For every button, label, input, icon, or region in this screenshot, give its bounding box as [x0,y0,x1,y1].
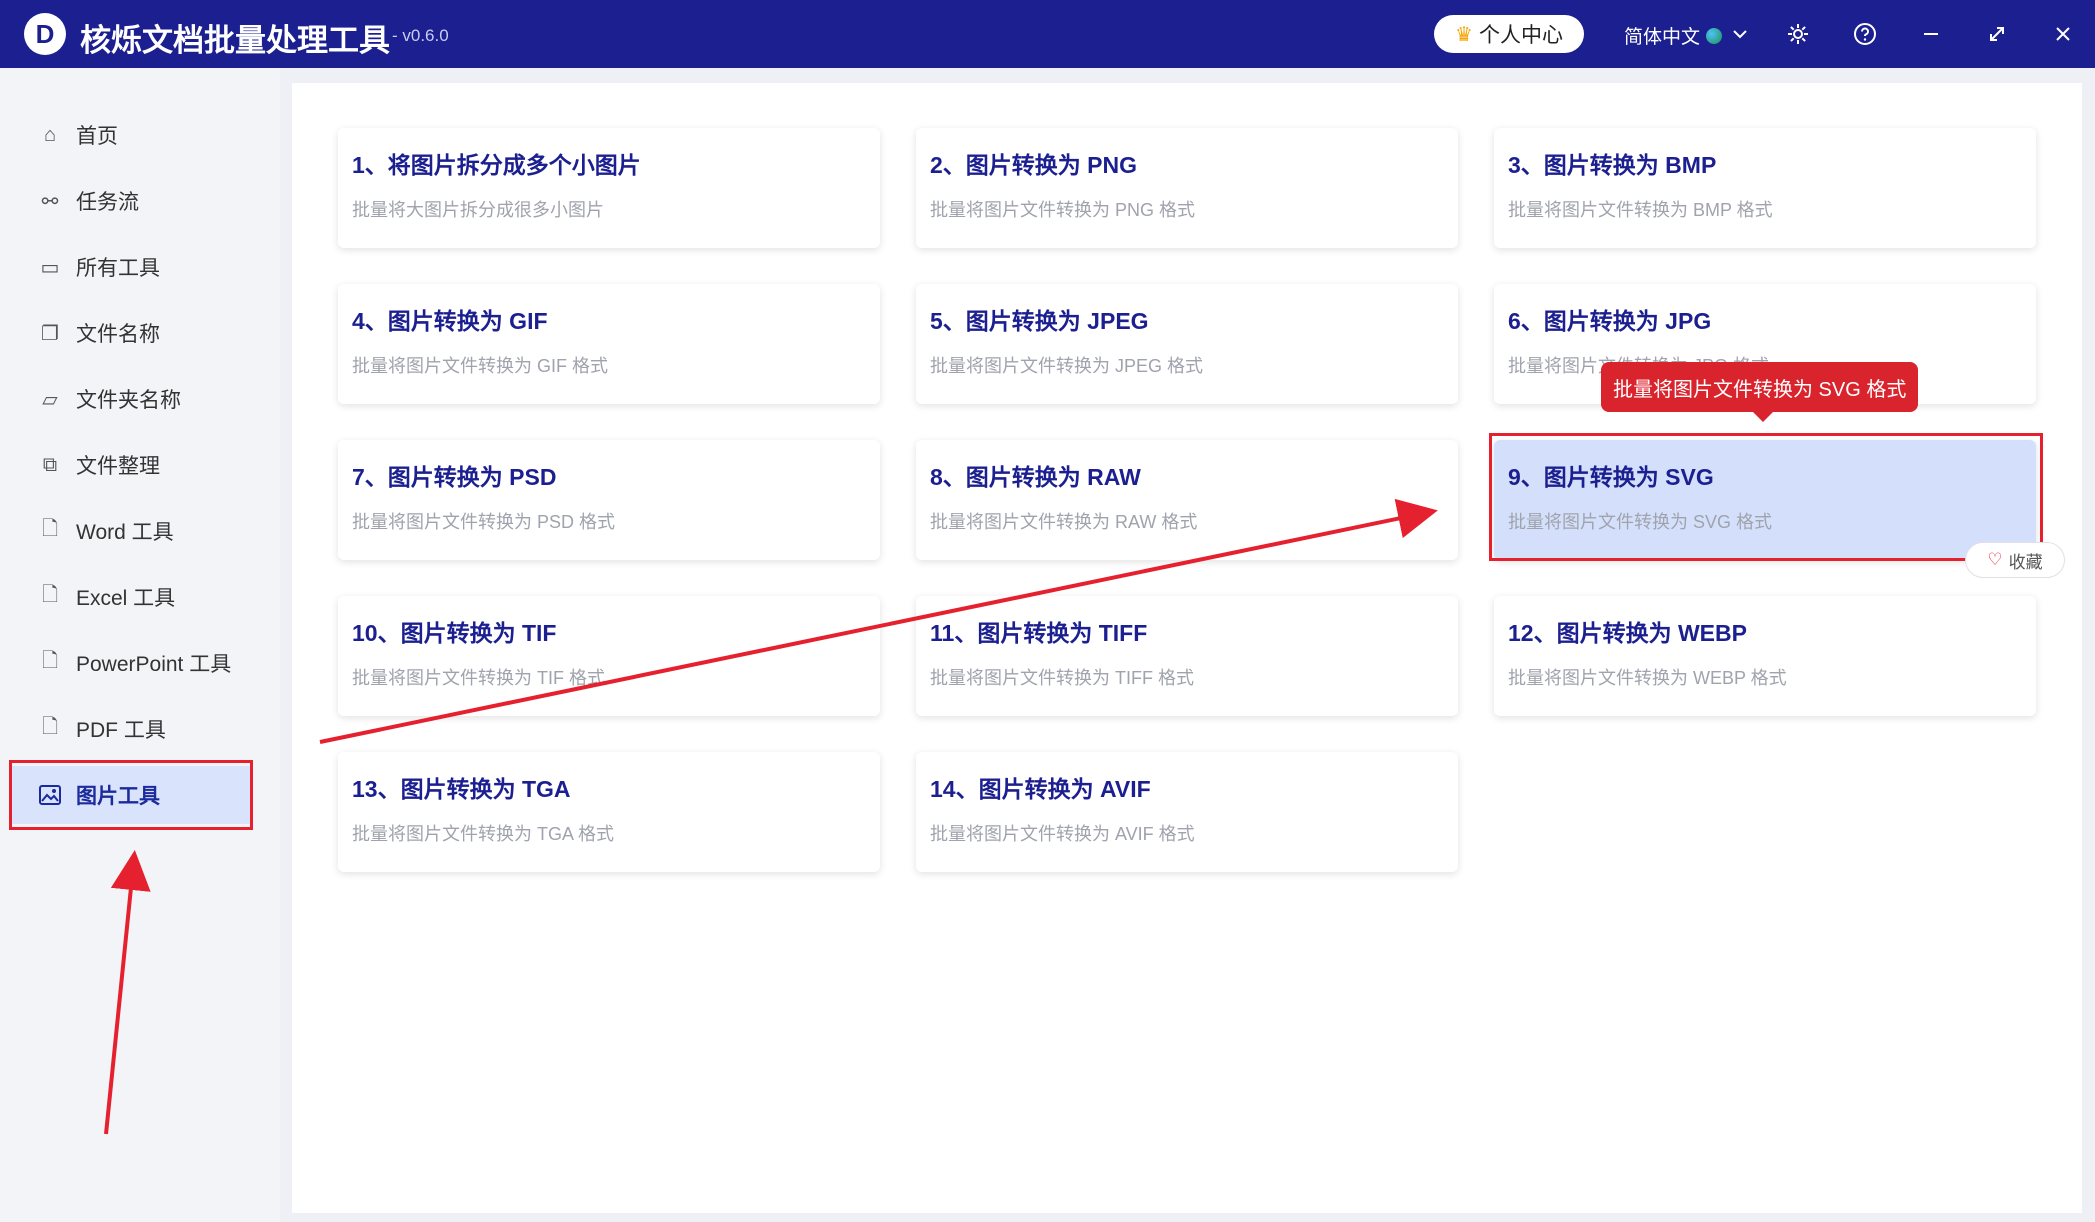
sidebar-item-label: 任务流 [76,191,139,214]
sidebar-item-powerpoint[interactable]: 🗋 PowerPoint 工具 [10,634,250,692]
minimize-icon[interactable] [1915,18,1947,50]
sidebar-item-label: Excel 工具 [76,587,176,610]
tool-card-title: 14、图片转换为 AVIF [930,776,1151,802]
organize-icon: ⧉ [42,453,58,476]
tool-card-raw[interactable]: 8、图片转换为 RAW 批量将图片文件转换为 RAW 格式 [916,440,1458,560]
folder-icon: ▱ [42,388,58,411]
app-version: - v0.6.0 [392,26,449,45]
sidebar-item-file-name[interactable]: ❐ 文件名称 [10,304,250,362]
tool-card-avif[interactable]: 14、图片转换为 AVIF 批量将图片文件转换为 AVIF 格式 [916,752,1458,872]
sidebar-item-label: Word 工具 [76,521,174,544]
sidebar-item-label: 文件名称 [76,323,160,346]
tool-card-tif[interactable]: 10、图片转换为 TIF 批量将图片文件转换为 TIF 格式 [338,596,880,716]
tool-card-tiff[interactable]: 11、图片转换为 TIFF 批量将图片文件转换为 TIFF 格式 [916,596,1458,716]
sidebar-item-all-tools[interactable]: ▭ 所有工具 [10,238,250,296]
sidebar-item-label: 文件整理 [76,455,160,478]
tool-card-tga[interactable]: 13、图片转换为 TGA 批量将图片文件转换为 TGA 格式 [338,752,880,872]
tool-card-desc: 批量将大图片拆分成很多小图片 [352,200,604,220]
powerpoint-icon: 🗋 [41,650,59,672]
user-center-button[interactable]: ♛ 个人中心 [1434,15,1584,53]
tool-card-title: 10、图片转换为 TIF [352,620,557,646]
tool-card-desc: 批量将图片文件转换为 JPEG 格式 [930,356,1204,376]
tool-card-desc: 批量将图片文件转换为 RAW 格式 [930,512,1198,532]
tool-card-title: 7、图片转换为 PSD [352,464,557,490]
tool-card-title: 8、图片转换为 RAW [930,464,1141,490]
tool-card-psd[interactable]: 7、图片转换为 PSD 批量将图片文件转换为 PSD 格式 [338,440,880,560]
excel-icon: 🗋 [41,584,59,606]
sidebar-item-word[interactable]: 🗋 Word 工具 [10,502,250,560]
sidebar-item-label: 所有工具 [76,257,160,280]
workflow-icon: ⚯ [41,190,59,213]
sidebar-item-label: PowerPoint 工具 [76,653,232,676]
user-center-label: 个人中心 [1478,24,1563,47]
app-logo-icon: D [24,13,66,55]
favorite-button[interactable]: ♡ 收藏 [1965,542,2065,578]
tool-card-desc: 批量将图片文件转换为 AVIF 格式 [930,824,1195,844]
tool-card-title: 6、图片转换为 JPG [1508,308,1712,334]
tool-card-title: 13、图片转换为 TGA [352,776,571,802]
home-icon: ⌂ [43,123,57,146]
tool-card-title: 4、图片转换为 GIF [352,308,548,334]
tool-card-desc: 批量将图片文件转换为 TIF 格式 [352,668,605,688]
tool-card-title: 1、将图片拆分成多个小图片 [352,152,641,178]
crown-icon: ♛ [1455,23,1473,46]
tool-card-split-image[interactable]: 1、将图片拆分成多个小图片 批量将大图片拆分成很多小图片 [338,128,880,248]
tool-card-title: 12、图片转换为 WEBP [1508,620,1747,646]
tool-card-desc: 批量将图片文件转换为 PSD 格式 [352,512,616,532]
annotation-highlight-svg-card [1489,433,2043,561]
tool-card-title: 11、图片转换为 TIFF [930,620,1148,646]
sidebar-item-pdf[interactable]: 🗋 PDF 工具 [10,700,250,758]
tooltip: 批量将图片文件转换为 SVG 格式 [1601,362,1919,422]
maximize-icon[interactable] [1981,18,2013,50]
tool-card-desc: 批量将图片文件转换为 TIFF 格式 [930,668,1194,688]
tool-card-title: 5、图片转换为 JPEG [930,308,1149,334]
language-label: 简体中文 [1624,27,1701,48]
word-icon: 🗋 [41,518,59,540]
tool-card-desc: 批量将图片文件转换为 GIF 格式 [352,356,608,376]
sidebar-item-label: PDF 工具 [76,719,166,742]
sidebar-item-file-organize[interactable]: ⧉ 文件整理 [10,436,250,494]
tool-card-webp[interactable]: 12、图片转换为 WEBP 批量将图片文件转换为 WEBP 格式 [1494,596,2036,716]
title-bar: D 核烁文档批量处理工具 - v0.6.0 ♛ 个人中心 简体中文 [0,0,2095,68]
close-icon[interactable] [2047,18,2079,50]
gear-icon[interactable] [1782,18,1814,50]
tool-card-desc: 批量将图片文件转换为 BMP 格式 [1508,200,1773,220]
sidebar-item-home[interactable]: ⌂ 首页 [10,106,250,164]
tool-card-desc: 批量将图片文件转换为 TGA 格式 [352,824,615,844]
app-title: 核烁文档批量处理工具 [80,23,390,58]
tool-card-bmp[interactable]: 3、图片转换为 BMP 批量将图片文件转换为 BMP 格式 [1494,128,2036,248]
file-name-icon: ❐ [41,322,59,345]
app-window: D 核烁文档批量处理工具 - v0.6.0 ♛ 个人中心 简体中文 ⌂ 首页 ⚯… [0,0,2095,1222]
tool-card-desc: 批量将图片文件转换为 PNG 格式 [930,200,1196,220]
sidebar-item-folder-name[interactable]: ▱ 文件夹名称 [10,370,250,428]
language-selector[interactable]: 简体中文 [1624,22,1723,49]
heart-icon: ♡ [1987,550,2003,569]
sidebar-item-label: 首页 [76,125,118,148]
tool-card-png[interactable]: 2、图片转换为 PNG 批量将图片文件转换为 PNG 格式 [916,128,1458,248]
sidebar-item-workflow[interactable]: ⚯ 任务流 [10,172,250,230]
sidebar: ⌂ 首页 ⚯ 任务流 ▭ 所有工具 ❐ 文件名称 ▱ 文件夹名称 ⧉ 文件整理 … [0,68,280,1222]
help-icon[interactable] [1849,18,1881,50]
tool-card-desc: 批量将图片文件转换为 WEBP 格式 [1508,668,1787,688]
tool-card-title: 3、图片转换为 BMP [1508,152,1717,178]
sidebar-item-label: 文件夹名称 [76,389,181,412]
tool-card-gif[interactable]: 4、图片转换为 GIF 批量将图片文件转换为 GIF 格式 [338,284,880,404]
monitor-icon: ▭ [40,256,60,279]
tool-card-title: 2、图片转换为 PNG [930,152,1138,178]
pdf-icon: 🗋 [41,716,59,738]
globe-icon [1706,27,1723,44]
chevron-down-icon[interactable] [1724,18,1756,50]
favorite-label: 收藏 [2008,552,2043,572]
tool-card-jpeg[interactable]: 5、图片转换为 JPEG 批量将图片文件转换为 JPEG 格式 [916,284,1458,404]
annotation-highlight-sidebar [9,760,253,830]
sidebar-item-excel[interactable]: 🗋 Excel 工具 [10,568,250,626]
